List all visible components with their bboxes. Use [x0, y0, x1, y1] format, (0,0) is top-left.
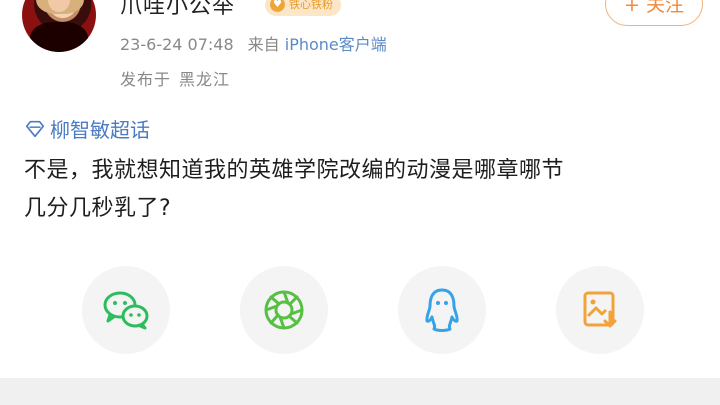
- post-date: 23-6-24 07:48: [120, 35, 234, 54]
- wechat-icon: [103, 291, 149, 330]
- share-qq-button[interactable]: [398, 266, 486, 354]
- bottom-divider-bar: [0, 378, 720, 405]
- username[interactable]: 爪哇小公举: [120, 0, 235, 20]
- avatar-body: [30, 22, 88, 52]
- super-topic-link[interactable]: 柳智敏超话: [24, 114, 150, 143]
- location-value: 黑龙江: [179, 70, 231, 89]
- share-row: [0, 266, 720, 356]
- share-moments-button[interactable]: [240, 266, 328, 354]
- avatar[interactable]: [22, 0, 96, 52]
- save-image-button[interactable]: [556, 266, 644, 354]
- fan-badge[interactable]: ♥ 铁心铁粉: [265, 0, 341, 16]
- source-prefix: 来自: [247, 35, 280, 54]
- post-text-line-1: 不是，我就想知道我的英雄学院改编的动漫是哪章哪节: [24, 158, 565, 183]
- post-source[interactable]: iPhone客户端: [285, 35, 387, 54]
- moments-icon: [264, 290, 304, 330]
- post-text: 不是，我就想知道我的英雄学院改编的动漫是哪章哪节 几分几秒乳了?: [24, 152, 704, 228]
- qq-icon: [425, 288, 459, 332]
- fan-badge-label: 铁心铁粉: [289, 0, 333, 11]
- super-topic-label: 柳智敏超话: [50, 118, 150, 142]
- post-location: 发布于 黑龙江: [120, 66, 230, 90]
- post-text-line-2: 几分几秒乳了?: [24, 196, 172, 221]
- post-meta: 23-6-24 07:48 来自 iPhone客户端: [120, 31, 387, 55]
- diamond-icon: [25, 120, 45, 137]
- heart-icon: ♥: [270, 0, 285, 12]
- share-wechat-button[interactable]: [82, 266, 170, 354]
- location-label: 发布于: [120, 70, 172, 89]
- follow-button[interactable]: + 关注: [605, 0, 703, 26]
- save-image-icon: [583, 291, 617, 328]
